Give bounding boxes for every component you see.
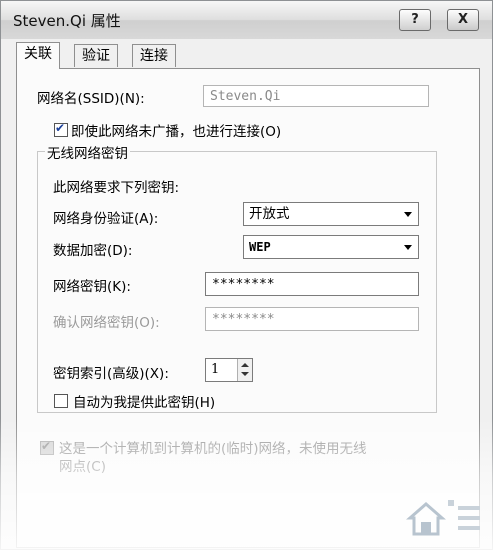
- system-house-logo-icon: [406, 500, 480, 536]
- network-key-label: 网络密钥(K):: [53, 279, 131, 295]
- close-icon: X: [457, 12, 469, 27]
- spinner-buttons[interactable]: [237, 359, 252, 381]
- key-required-text: 此网络要求下列密钥:: [53, 180, 180, 196]
- ssid-input[interactable]: Steven.Qi: [203, 85, 429, 107]
- tab-panel: 网络名(SSID)(N): Steven.Qi 即使此网络未广播，也进行连接(O…: [16, 68, 480, 548]
- key-index-spinner[interactable]: 1: [205, 358, 253, 382]
- help-button[interactable]: ?: [399, 9, 431, 31]
- confirm-key-label: 确认网络密钥(O):: [53, 315, 160, 331]
- ssid-label: 网络名(SSID)(N):: [37, 91, 145, 107]
- adhoc-label-line1[interactable]: 这是一个计算机到计算机的(临时)网络，未使用无线: [59, 437, 367, 457]
- window-title: Steven.Qi 属性: [13, 12, 121, 30]
- tab-association-label: 关联: [24, 46, 52, 62]
- auth-select[interactable]: 开放式: [243, 202, 419, 226]
- encryption-select[interactable]: WEP: [243, 235, 419, 259]
- tab-connection[interactable]: 连接: [132, 44, 176, 67]
- tab-authentication-label: 验证: [82, 48, 110, 64]
- tab-connection-label: 连接: [140, 48, 168, 64]
- adhoc-checkbox[interactable]: [40, 439, 54, 455]
- key-index-label: 密钥索引(高级)(X):: [53, 366, 169, 382]
- auth-label: 网络身份验证(A):: [53, 211, 159, 227]
- encryption-label: 数据加密(D):: [53, 243, 133, 259]
- confirm-key-input[interactable]: ********: [205, 307, 419, 331]
- wireless-key-group-title: 无线网络密钥: [45, 142, 130, 162]
- broadcast-label[interactable]: 即使此网络未广播，也进行连接(O): [71, 120, 281, 140]
- arrow-up-icon[interactable]: [241, 363, 249, 367]
- auth-value: 开放式: [249, 206, 290, 222]
- auto-key-checkbox[interactable]: [54, 394, 68, 408]
- close-button[interactable]: X: [447, 9, 479, 31]
- key-index-value: 1: [211, 362, 220, 377]
- title-bar[interactable]: Steven.Qi 属性 ? X: [1, 1, 492, 39]
- auto-key-label[interactable]: 自动为我提供此密钥(H): [73, 391, 215, 411]
- help-icon: ?: [411, 12, 419, 27]
- tab-authentication[interactable]: 验证: [74, 44, 118, 67]
- properties-dialog: Steven.Qi 属性 ? X 关联 验证 连接 网络名(SSID)(N): …: [0, 0, 493, 550]
- network-key-input[interactable]: ********: [205, 272, 419, 296]
- tab-association[interactable]: 关联: [16, 42, 60, 69]
- arrow-down-icon[interactable]: [241, 372, 249, 376]
- dialog-body: 关联 验证 连接 网络名(SSID)(N): Steven.Qi 即使此网络未广…: [4, 39, 487, 548]
- encryption-value: WEP: [249, 240, 271, 254]
- chevron-down-icon: [404, 245, 412, 250]
- chevron-down-icon: [404, 212, 412, 217]
- broadcast-checkbox[interactable]: [54, 121, 68, 137]
- adhoc-label-line2[interactable]: 网点(C): [59, 455, 106, 475]
